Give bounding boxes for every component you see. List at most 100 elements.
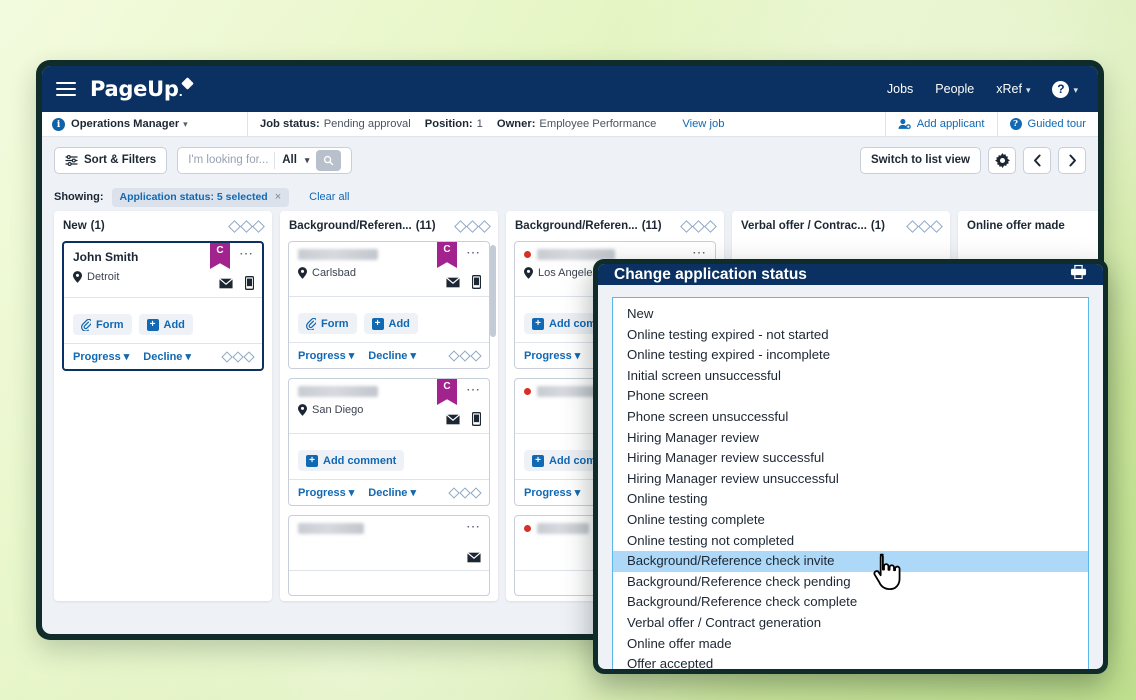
menu-hamburger-icon[interactable] [56,82,76,97]
status-option[interactable]: Phone screen [613,386,1088,407]
mobile-phone-icon[interactable] [245,276,254,290]
card-rating-diamonds[interactable] [223,353,253,361]
applicant-card[interactable]: C⋯John SmithDetroitForm+AddProgress ▾Dec… [62,241,264,371]
status-option[interactable]: Online offer made [613,634,1088,655]
card-progress-link[interactable]: Progress ▾ [524,349,580,362]
applicant-card[interactable]: ⋯ [288,515,490,596]
nav-item-people[interactable]: People [935,82,974,96]
diamond-icon[interactable] [470,350,481,361]
status-option[interactable]: Online testing complete [613,510,1088,531]
sort-and-filters-button[interactable]: Sort & Filters [54,147,167,174]
column-rating-diamonds[interactable] [456,222,489,231]
status-option[interactable]: Background/Reference check pending [613,572,1088,593]
search-submit-button[interactable] [316,150,341,171]
close-icon[interactable]: × [275,191,281,203]
column-count: (11) [642,220,662,232]
status-option[interactable]: Background/Reference check invite [613,551,1088,572]
status-option[interactable]: Initial screen unsuccessful [613,366,1088,387]
diamond-icon[interactable] [930,220,943,233]
status-option[interactable]: New [613,304,1088,325]
card-actions [289,570,489,595]
card-action-button[interactable]: +Add comment [298,450,404,471]
column-scrollbar[interactable] [490,245,496,337]
view-job-link[interactable]: View job [682,118,724,130]
applicant-card[interactable]: C⋯San Diego+Add commentProgress ▾Decline… [288,378,490,506]
column-rating-diamonds[interactable] [230,222,263,231]
diamond-icon[interactable] [243,351,254,362]
card-more-options-icon[interactable]: ⋯ [692,248,707,256]
chevron-left-icon [1032,154,1043,167]
job-title-selector[interactable]: i Operations Manager ▾ [42,112,248,136]
card-decline-link[interactable]: Decline ▾ [368,486,416,499]
clear-all-link[interactable]: Clear all [309,191,349,203]
mobile-phone-icon[interactable] [472,275,481,289]
nav-item-jobs[interactable]: Jobs [887,82,913,96]
candidate-flag-ribbon[interactable]: C [437,242,457,268]
applicant-card[interactable]: C⋯CarlsbadForm+AddProgress ▾Decline ▾ [288,241,490,369]
card-decline-link[interactable]: Decline ▾ [368,349,416,362]
status-option[interactable]: Offer accepted [613,654,1088,669]
add-applicant-button[interactable]: Add applicant [885,112,997,136]
column-count: (1) [91,220,105,232]
card-progress-link[interactable]: Progress ▾ [298,486,354,499]
filter-chip-application-status[interactable]: Application status: 5 selected × [112,188,290,207]
status-option[interactable]: Online testing [613,489,1088,510]
card-action-button[interactable]: +Add [364,313,418,334]
card-action-button[interactable]: +Add [139,314,193,335]
status-option[interactable]: Online testing expired - not started [613,325,1088,346]
filter-chip-label: Application status: 5 selected [120,191,268,203]
pageup-logo[interactable]: PageUp. [90,77,191,101]
card-more-options-icon[interactable]: ⋯ [466,522,481,530]
diamond-icon[interactable] [252,220,265,233]
next-page-button[interactable] [1058,147,1086,174]
nav-item-xref[interactable]: xRef▾ [996,82,1030,96]
candidate-flag-ribbon[interactable]: C [210,243,230,269]
email-icon[interactable] [446,277,460,288]
mobile-phone-icon[interactable] [472,412,481,426]
diamond-icon[interactable] [704,220,717,233]
card-progress-link[interactable]: Progress ▾ [298,349,354,362]
email-icon[interactable] [446,414,460,425]
status-option[interactable]: Hiring Manager review [613,428,1088,449]
switch-to-list-view-button[interactable]: Switch to list view [860,147,981,174]
card-rating-diamonds[interactable] [450,489,480,497]
previous-page-button[interactable] [1023,147,1051,174]
column-header: Background/Referen...(11) [506,211,724,241]
job-info-actions: Add applicant ? Guided tour [885,112,1098,136]
diamond-icon[interactable] [470,487,481,498]
card-decline-link[interactable]: Decline ▾ [143,350,191,363]
status-option[interactable]: Background/Reference check complete [613,592,1088,613]
card-more-options-icon[interactable]: ⋯ [239,249,254,257]
email-icon[interactable] [219,278,233,289]
application-status-listbox[interactable]: NewOnline testing expired - not startedO… [612,297,1089,669]
card-progress-link[interactable]: Progress ▾ [73,350,129,363]
card-more-options-icon[interactable]: ⋯ [466,385,481,393]
email-icon[interactable] [467,552,481,563]
status-option[interactable]: Phone screen unsuccessful [613,407,1088,428]
chevron-right-icon [1067,154,1078,167]
diamond-icon[interactable] [478,220,491,233]
card-action-button[interactable]: Form [73,314,132,335]
printer-icon[interactable] [1070,264,1087,285]
status-option[interactable]: Online testing expired - incomplete [613,345,1088,366]
card-action-button[interactable]: Form [298,313,357,334]
status-option[interactable]: Verbal offer / Contract generation [613,613,1088,634]
guided-tour-button[interactable]: ? Guided tour [997,112,1098,136]
card-more-options-icon[interactable]: ⋯ [466,248,481,256]
column-rating-diamonds[interactable] [682,222,715,231]
board-column: New(1)C⋯John SmithDetroitForm+AddProgres… [54,211,272,601]
search-box: All ▾ [177,147,352,174]
card-action-label: Form [321,318,349,330]
status-option[interactable]: Hiring Manager review unsuccessful [613,469,1088,490]
status-option[interactable]: Hiring Manager review successful [613,448,1088,469]
help-menu[interactable]: ?▾ [1052,81,1078,98]
settings-button[interactable] [988,147,1016,174]
search-scope-dropdown[interactable]: All ▾ [275,154,316,166]
candidate-flag-ribbon[interactable]: C [437,379,457,405]
showing-label: Showing: [54,191,104,203]
card-rating-diamonds[interactable] [450,352,480,360]
status-option[interactable]: Online testing not completed [613,531,1088,552]
search-input[interactable] [188,154,274,166]
column-rating-diamonds[interactable] [908,222,941,231]
card-progress-link[interactable]: Progress ▾ [524,486,580,499]
